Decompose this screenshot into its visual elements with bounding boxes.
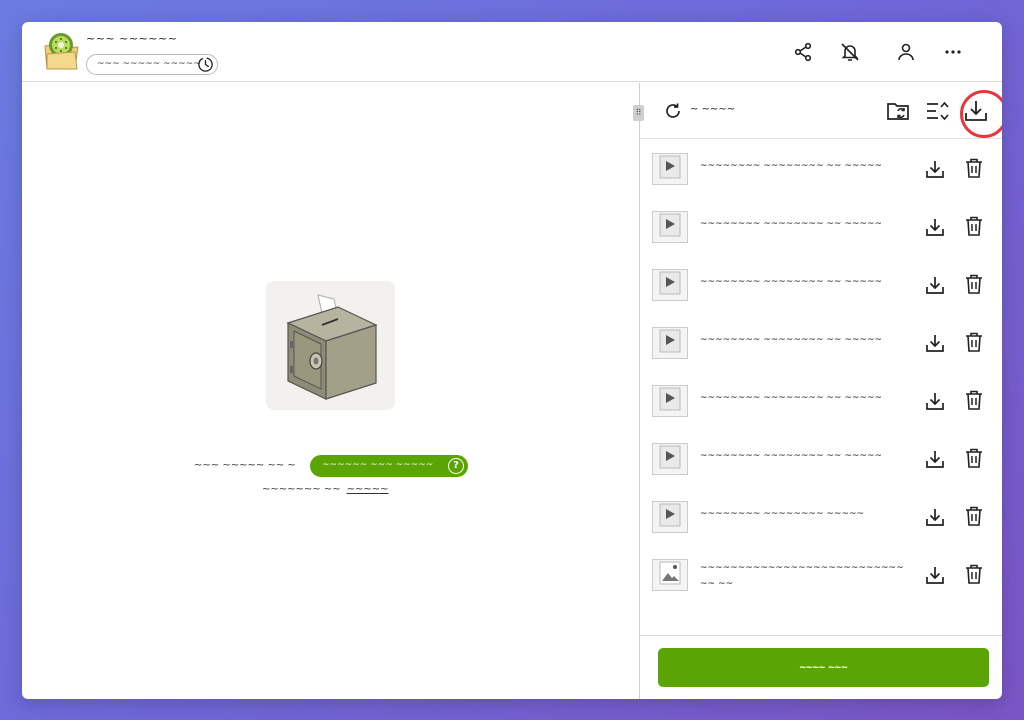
file-name: ~~~~~~~~ ~~~~~~~~ ~~ ~~~~~ [700, 277, 883, 287]
sidebar-footer: ~~~~ ~~~ [640, 635, 1002, 699]
download-icon[interactable] [924, 158, 946, 180]
download-icon[interactable] [924, 274, 946, 296]
video-file-icon [652, 211, 688, 243]
file-row[interactable]: ~~~~~~~~~~~~~~~~~~~~~~~~~~~ ~~ ~~ [640, 546, 1002, 604]
file-row[interactable]: ~~~~~~~~ ~~~~~~~~ ~~ ~~~~~ [640, 140, 1002, 198]
trash-icon[interactable] [964, 505, 984, 527]
file-name: ~~~~~~~~ ~~~~~~~~ ~~ ~~~~~ [700, 393, 883, 403]
download-icon[interactable] [924, 506, 946, 528]
help-icon[interactable]: ? [448, 458, 464, 474]
file-name: ~~~~~~~~ ~~~~~~~~ ~~~~~ [700, 509, 865, 519]
expiry-label: ~~~ ~~~~~ ~~~~~ [97, 59, 201, 69]
video-file-icon [652, 385, 688, 417]
download-icon[interactable] [924, 564, 946, 586]
trash-icon[interactable] [964, 215, 984, 237]
download-icon[interactable] [924, 390, 946, 412]
file-row[interactable]: ~~~~~~~~ ~~~~~~~~ ~~ ~~~~~ [640, 430, 1002, 488]
refresh-icon[interactable] [663, 101, 683, 121]
folder-sync-icon[interactable] [886, 98, 912, 124]
image-file-icon [652, 559, 688, 591]
bell-off-icon[interactable] [838, 40, 862, 64]
refresh-label: ~ ~~~~ [690, 104, 736, 115]
learn-more-prefix: ~~~~~~~ ~~ [262, 484, 341, 495]
app-title: ~~~ ~~~~~~ [86, 32, 178, 45]
learn-more-link[interactable]: ~~~~~ [347, 484, 389, 495]
trash-icon[interactable] [964, 389, 984, 411]
download-icon[interactable] [924, 332, 946, 354]
header: ~~~ ~~~~~~ ~~~ ~~~~~ ~~~~~ [22, 22, 1002, 82]
safe-illustration-icon [266, 281, 395, 410]
feature-pill[interactable]: ~~~~~~ ~~~ ~~~~~ ? [310, 455, 468, 477]
video-file-icon [652, 269, 688, 301]
video-file-icon [652, 501, 688, 533]
share-icon[interactable] [791, 40, 815, 64]
file-name: ~~~~~~~~ ~~~~~~~~ ~~ ~~~~~ [700, 451, 883, 461]
file-row[interactable]: ~~~~~~~~ ~~~~~~~~ ~~ ~~~~~ [640, 314, 1002, 372]
file-row[interactable]: ~~~~~~~~ ~~~~~~~~ ~~~~~ [640, 488, 1002, 546]
trash-icon[interactable] [964, 331, 984, 353]
download-icon[interactable] [924, 216, 946, 238]
sort-icon[interactable] [925, 98, 951, 124]
file-name: ~~~~~~~~ ~~~~~~~~ ~~ ~~~~~ [700, 219, 883, 229]
highlight-ring [960, 90, 1002, 138]
main-area: ~~~ ~~~~~ ~~ ~ ~~~~~~ ~~~ ~~~~~ ? ~~~~~~… [22, 83, 639, 699]
file-name: ~~~~~~~~ ~~~~~~~~ ~~ ~~~~~ [700, 335, 883, 345]
file-list: ~~~~~~~~ ~~~~~~~~ ~~ ~~~~~ ~~~~~~~~ ~~~~… [640, 140, 1002, 604]
feature-pill-label: ~~~~~~ ~~~ ~~~~~ [322, 460, 434, 470]
video-file-icon [652, 153, 688, 185]
file-row[interactable]: ~~~~~~~~ ~~~~~~~~ ~~ ~~~~~ [640, 256, 1002, 314]
empty-state-text: ~~~ ~~~~~ ~~ ~ [194, 460, 296, 471]
expiry-badge[interactable]: ~~~ ~~~~~ ~~~~~ [86, 54, 218, 75]
file-name: ~~~~~~~~ ~~~~~~~~ ~~ ~~~~~ [700, 161, 883, 171]
primary-action-button[interactable]: ~~~~ ~~~ [658, 648, 989, 687]
user-icon[interactable] [894, 40, 918, 64]
file-row[interactable]: ~~~~~~~~ ~~~~~~~~ ~~ ~~~~~ [640, 372, 1002, 430]
trash-icon[interactable] [964, 273, 984, 295]
trash-icon[interactable] [964, 563, 984, 585]
file-row[interactable]: ~~~~~~~~ ~~~~~~~~ ~~ ~~~~~ [640, 198, 1002, 256]
clock-icon [197, 56, 214, 73]
app-window: ~~~ ~~~~~~ ~~~ ~~~~~ ~~~~~ ~~~ ~~~~~ ~~ … [22, 22, 1002, 699]
file-sidebar: ~ ~~~~ ~~~~~~~~ ~~~~~~~~ ~~ ~~~~~ ~~~~~~… [640, 83, 1002, 699]
trash-icon[interactable] [964, 447, 984, 469]
trash-icon[interactable] [964, 157, 984, 179]
learn-more-text: ~~~~~~~ ~~ ~~~~~ [262, 484, 389, 495]
sidebar-toolbar: ~ ~~~~ [640, 83, 1002, 139]
video-file-icon [652, 443, 688, 475]
file-name: ~~~~~~~~~~~~~~~~~~~~~~~~~~~ ~~ ~~ [700, 563, 904, 589]
download-icon[interactable] [924, 448, 946, 470]
more-icon[interactable] [941, 40, 965, 64]
kiwi-logo-icon [42, 32, 82, 72]
video-file-icon [652, 327, 688, 359]
